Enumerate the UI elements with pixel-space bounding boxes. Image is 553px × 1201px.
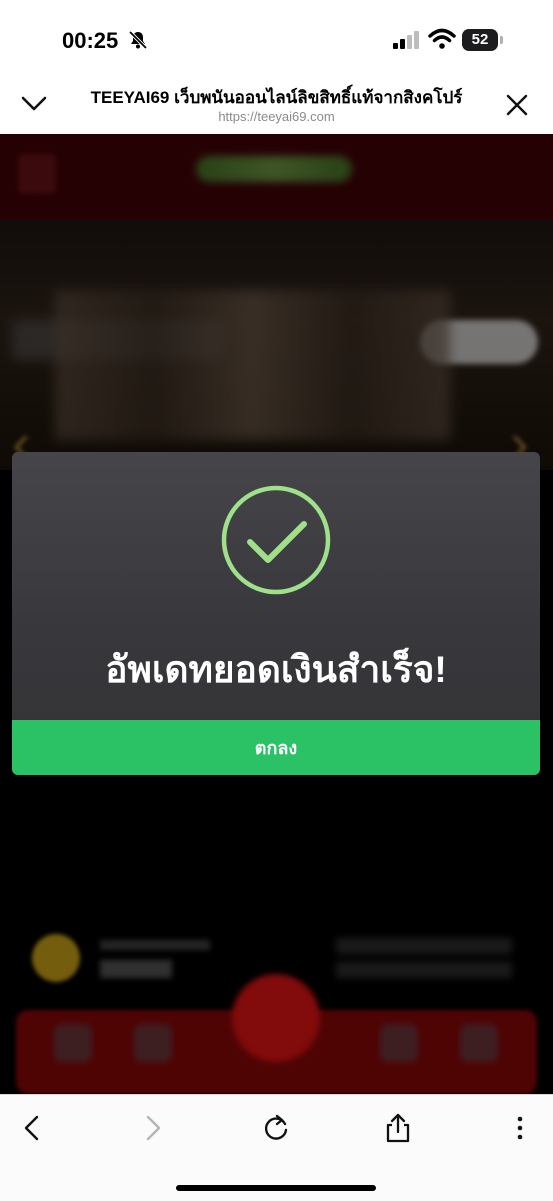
reload-icon[interactable] xyxy=(259,1111,293,1145)
ok-button[interactable]: ตกลง xyxy=(12,720,540,775)
dialog-message: อัพเดทยอดเงินสำเร็จ! xyxy=(105,649,447,690)
status-bar: 00:25 52 xyxy=(0,0,553,72)
browser-bottom-toolbar xyxy=(0,1094,553,1201)
page-title: TEEYAI69 เว็บพนันออนไลน์ลิขสิทธิ์แท้จากส… xyxy=(90,88,463,107)
cellular-signal-icon xyxy=(393,31,419,49)
browser-top-bar: TEEYAI69 เว็บพนันออนไลน์ลิขสิทธิ์แท้จากส… xyxy=(0,72,553,134)
chevron-down-icon[interactable] xyxy=(20,94,48,112)
share-icon[interactable] xyxy=(381,1111,415,1145)
battery-tip xyxy=(500,36,503,44)
battery-indicator: 52 xyxy=(462,29,498,51)
success-check-icon xyxy=(221,485,331,595)
wifi-icon xyxy=(428,28,456,49)
page-url: https://teeyai69.com xyxy=(218,109,335,124)
close-icon[interactable] xyxy=(506,94,528,116)
back-arrow-icon[interactable] xyxy=(15,1111,49,1145)
status-time: 00:25 xyxy=(62,28,119,53)
home-indicator xyxy=(176,1185,376,1191)
success-dialog: อัพเดทยอดเงินสำเร็จ! ตกลง xyxy=(12,452,540,775)
more-options-icon[interactable] xyxy=(503,1111,537,1145)
forward-arrow-icon[interactable] xyxy=(136,1111,170,1145)
bell-muted-icon xyxy=(128,30,148,50)
